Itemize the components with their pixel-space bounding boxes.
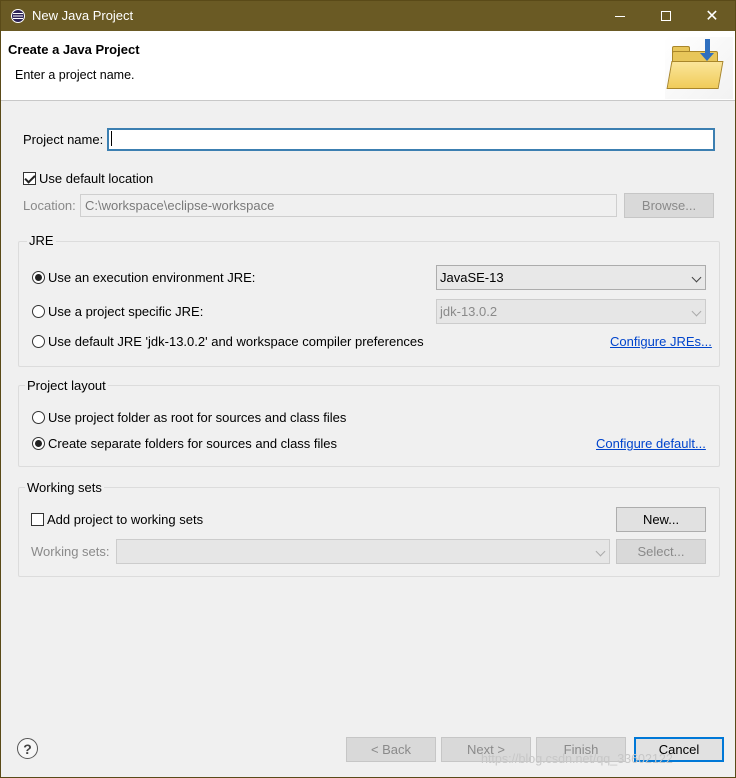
project-name-input[interactable] bbox=[107, 128, 715, 151]
folder-front-shape bbox=[666, 61, 724, 89]
working-sets-label: Working sets: bbox=[31, 544, 110, 559]
jre-project-specific-radio[interactable] bbox=[32, 305, 45, 318]
project-name-label: Project name: bbox=[23, 132, 104, 147]
location-field[interactable]: C:\workspace\eclipse-workspace bbox=[80, 194, 617, 217]
configure-jres-link[interactable]: Configure JREs... bbox=[610, 334, 712, 349]
working-sets-select[interactable] bbox=[116, 539, 610, 564]
project-layout-group bbox=[18, 385, 720, 467]
back-button[interactable]: < Back bbox=[346, 737, 436, 762]
new-java-project-folder-icon bbox=[665, 37, 733, 99]
working-sets-group-title: Working sets bbox=[25, 480, 104, 495]
jre-execution-env-label: Use an execution environment JRE: bbox=[48, 270, 256, 285]
jre-project-specific-label: Use a project specific JRE: bbox=[48, 304, 204, 319]
text-cursor bbox=[111, 131, 112, 146]
jre-execution-env-radio[interactable] bbox=[32, 271, 45, 284]
window-title: New Java Project bbox=[32, 8, 134, 23]
add-to-working-sets-checkbox[interactable] bbox=[31, 513, 44, 526]
project-layout-group-title: Project layout bbox=[25, 378, 108, 393]
select-working-sets-button[interactable]: Select... bbox=[616, 539, 706, 564]
jre-default-label: Use default JRE 'jdk-13.0.2' and workspa… bbox=[48, 334, 424, 349]
minimize-icon bbox=[615, 15, 625, 17]
execution-env-value: JavaSE-13 bbox=[440, 270, 504, 285]
layout-root-radio[interactable] bbox=[32, 411, 45, 424]
chevron-down-icon bbox=[691, 306, 702, 317]
arrow-head-shape bbox=[700, 53, 714, 61]
chevron-down-icon bbox=[595, 546, 606, 557]
jre-group-title: JRE bbox=[27, 233, 56, 248]
layout-separate-label: Create separate folders for sources and … bbox=[48, 436, 338, 451]
title-bar[interactable]: New Java Project ✕ bbox=[1, 1, 735, 31]
close-icon: ✕ bbox=[705, 6, 719, 25]
use-default-location-checkbox[interactable] bbox=[23, 172, 36, 185]
browse-button[interactable]: Browse... bbox=[624, 193, 714, 218]
close-button[interactable]: ✕ bbox=[689, 1, 735, 31]
layout-root-label: Use project folder as root for sources a… bbox=[48, 410, 347, 425]
layout-separate-radio[interactable] bbox=[32, 437, 45, 450]
chevron-down-icon bbox=[691, 272, 702, 283]
configure-default-link[interactable]: Configure default... bbox=[596, 436, 706, 451]
wizard-subtitle: Enter a project name. bbox=[15, 68, 135, 82]
project-specific-jre-value: jdk-13.0.2 bbox=[440, 304, 498, 319]
maximize-icon bbox=[661, 11, 671, 21]
help-icon[interactable]: ? bbox=[17, 738, 38, 759]
jre-default-radio[interactable] bbox=[32, 335, 45, 348]
new-java-project-dialog: New Java Project ✕ Create a Java Project… bbox=[0, 0, 736, 778]
location-label: Location: bbox=[23, 198, 76, 213]
use-default-location-label: Use default location bbox=[39, 171, 154, 186]
watermark-text: https://blog.csdn.net/qq_33602122 bbox=[481, 752, 673, 766]
execution-env-select[interactable]: JavaSE-13 bbox=[436, 265, 706, 290]
wizard-title: Create a Java Project bbox=[8, 42, 140, 57]
maximize-button[interactable] bbox=[643, 1, 689, 31]
minimize-button[interactable] bbox=[597, 1, 643, 31]
wizard-banner: Create a Java Project Enter a project na… bbox=[1, 31, 735, 101]
eclipse-icon bbox=[11, 9, 25, 23]
project-specific-jre-select[interactable]: jdk-13.0.2 bbox=[436, 299, 706, 324]
new-working-set-button[interactable]: New... bbox=[616, 507, 706, 532]
add-to-working-sets-label: Add project to working sets bbox=[47, 512, 204, 527]
